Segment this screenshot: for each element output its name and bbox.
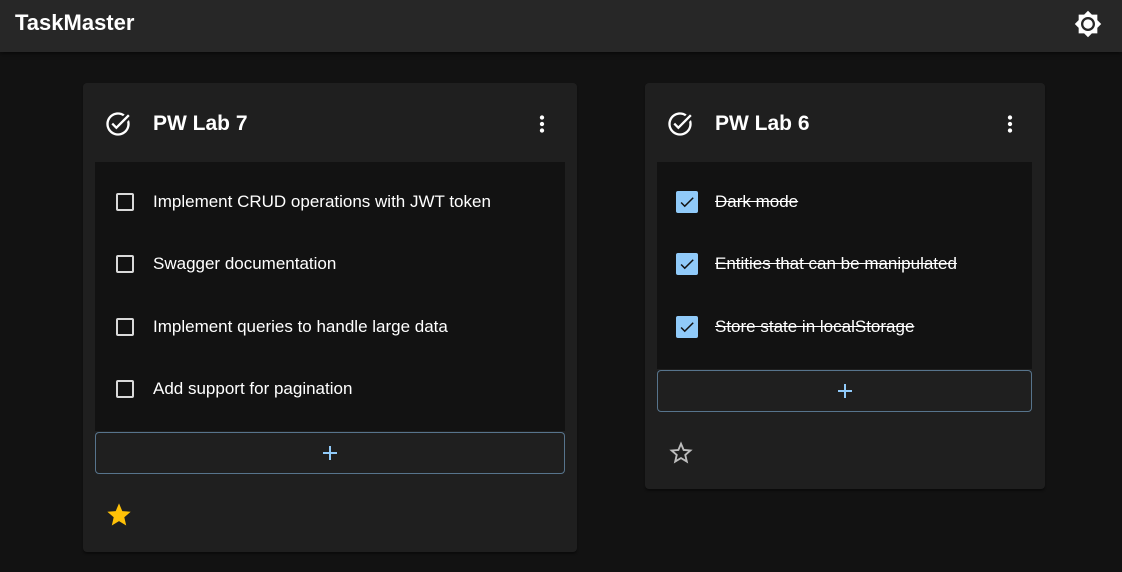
add-task-button[interactable] (657, 370, 1032, 412)
brightness-icon (1074, 10, 1102, 38)
task-item[interactable]: Entities that can be manipulated (657, 235, 1032, 297)
plus-icon (323, 446, 337, 460)
add-task-button[interactable] (95, 432, 565, 474)
task-checkbox[interactable] (676, 253, 698, 275)
star-icon (107, 503, 131, 526)
card-header: PW Lab 7 (83, 83, 577, 163)
card-menu-button[interactable] (527, 109, 557, 139)
theme-toggle-button[interactable] (1072, 8, 1104, 40)
app-bar: TaskMaster (0, 0, 1122, 52)
app-title: TaskMaster (15, 10, 135, 35)
task-card: PW Lab 7 Implement CRUD operations with … (83, 83, 577, 552)
task-text: Implement queries to handle large data (153, 317, 448, 336)
card-title: PW Lab 6 (715, 112, 810, 135)
favorite-button[interactable] (665, 437, 697, 469)
task-list: Dark mode Entities that can be manipulat… (657, 162, 1032, 369)
task-checkbox[interactable] (116, 380, 134, 398)
card-header: PW Lab 6 (645, 83, 1045, 163)
check-circle-icon (668, 112, 692, 136)
task-item[interactable]: Implement CRUD operations with JWT token (95, 173, 565, 235)
more-vert-icon (539, 115, 545, 133)
task-text: Dark mode (715, 192, 799, 211)
task-item[interactable]: Swagger documentation (95, 235, 565, 297)
card-title: PW Lab 7 (153, 112, 248, 135)
more-vert-icon (1007, 115, 1013, 133)
favorite-button[interactable] (103, 499, 135, 531)
check-circle-icon (106, 112, 130, 136)
task-checkbox[interactable] (676, 191, 698, 213)
task-checkbox[interactable] (116, 255, 134, 273)
star-outline-icon (669, 441, 693, 464)
checkmark-icon (680, 197, 694, 208)
task-text: Add support for pagination (153, 379, 353, 398)
task-item[interactable]: Dark mode (657, 173, 1032, 235)
task-text: Store state in localStorage (715, 317, 915, 336)
task-card: PW Lab 6 Dark mode Entities that can be … (645, 83, 1045, 489)
task-checkbox[interactable] (676, 316, 698, 338)
plus-icon (837, 384, 852, 398)
task-text: Swagger documentation (153, 254, 337, 273)
task-list: Implement CRUD operations with JWT token… (95, 162, 565, 431)
task-checkbox[interactable] (116, 193, 134, 211)
task-item[interactable]: Add support for pagination (95, 360, 565, 422)
checkmark-icon (680, 322, 694, 333)
task-item[interactable]: Implement queries to handle large data (95, 298, 565, 360)
task-item[interactable]: Store state in localStorage (657, 298, 1032, 360)
checkmark-icon (680, 259, 694, 270)
task-text: Implement CRUD operations with JWT token (153, 192, 491, 211)
task-text: Entities that can be manipulated (715, 254, 957, 273)
task-checkbox[interactable] (116, 318, 134, 336)
card-menu-button[interactable] (995, 109, 1025, 139)
